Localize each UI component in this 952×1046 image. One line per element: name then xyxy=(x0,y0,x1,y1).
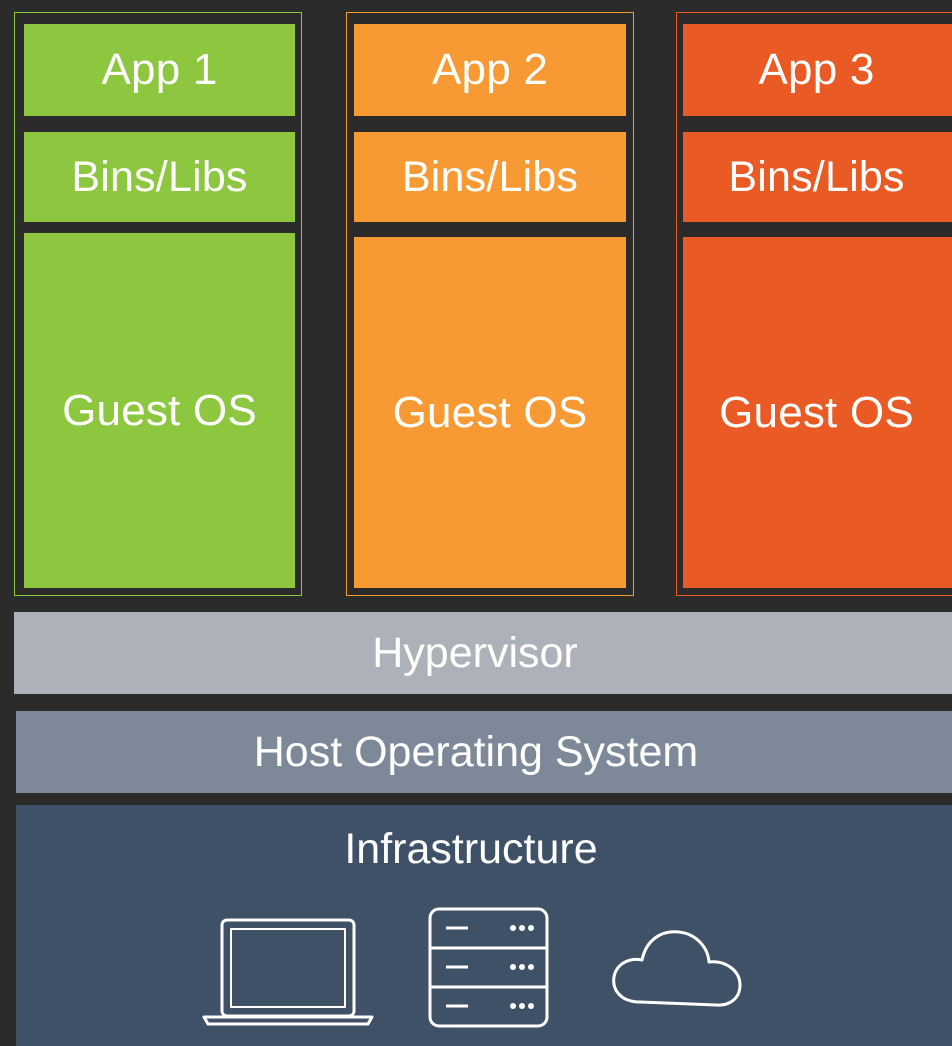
vm-1-app: App 1 xyxy=(24,24,295,116)
cloud-icon xyxy=(612,930,742,1007)
vm-2-guest-os-label: Guest OS xyxy=(392,387,588,437)
hypervisor-label: Hypervisor xyxy=(372,628,578,677)
vm-2-bins-libs: Bins/Libs xyxy=(354,132,626,222)
vm-2-guest-os: Guest OS xyxy=(354,237,626,588)
vm-2-app-label: App 2 xyxy=(432,45,548,94)
vm-3-bins-libs: Bins/Libs xyxy=(683,132,952,222)
vm-3-app: App 3 xyxy=(683,24,952,116)
vm-3-bins-libs-label: Bins/Libs xyxy=(728,152,905,201)
vm-1-bins-libs-label: Bins/Libs xyxy=(71,152,248,201)
vm-3-guest-os: Guest OS xyxy=(683,237,952,588)
vm-1-guest-os: Guest OS xyxy=(24,233,295,588)
infrastructure-label: Infrastructure xyxy=(344,825,598,873)
server-status-dots xyxy=(510,925,534,1009)
hypervisor-layer: Hypervisor xyxy=(14,612,952,694)
vm-1-app-label: App 1 xyxy=(101,45,218,94)
laptop-icon xyxy=(202,918,374,1026)
vm-1-guest-os-label: Guest OS xyxy=(62,385,257,435)
infrastructure-icons xyxy=(202,907,742,1028)
vm-1-bins-libs: Bins/Libs xyxy=(24,132,295,222)
host-os-layer: Host Operating System xyxy=(16,711,952,793)
vm-2-app: App 2 xyxy=(354,24,626,116)
host-os-label: Host Operating System xyxy=(253,727,699,776)
vm-3-guest-os-label: Guest OS xyxy=(719,387,914,437)
vm-2-bins-libs-label: Bins/Libs xyxy=(401,152,579,201)
vm-3-app-label: App 3 xyxy=(758,45,875,94)
